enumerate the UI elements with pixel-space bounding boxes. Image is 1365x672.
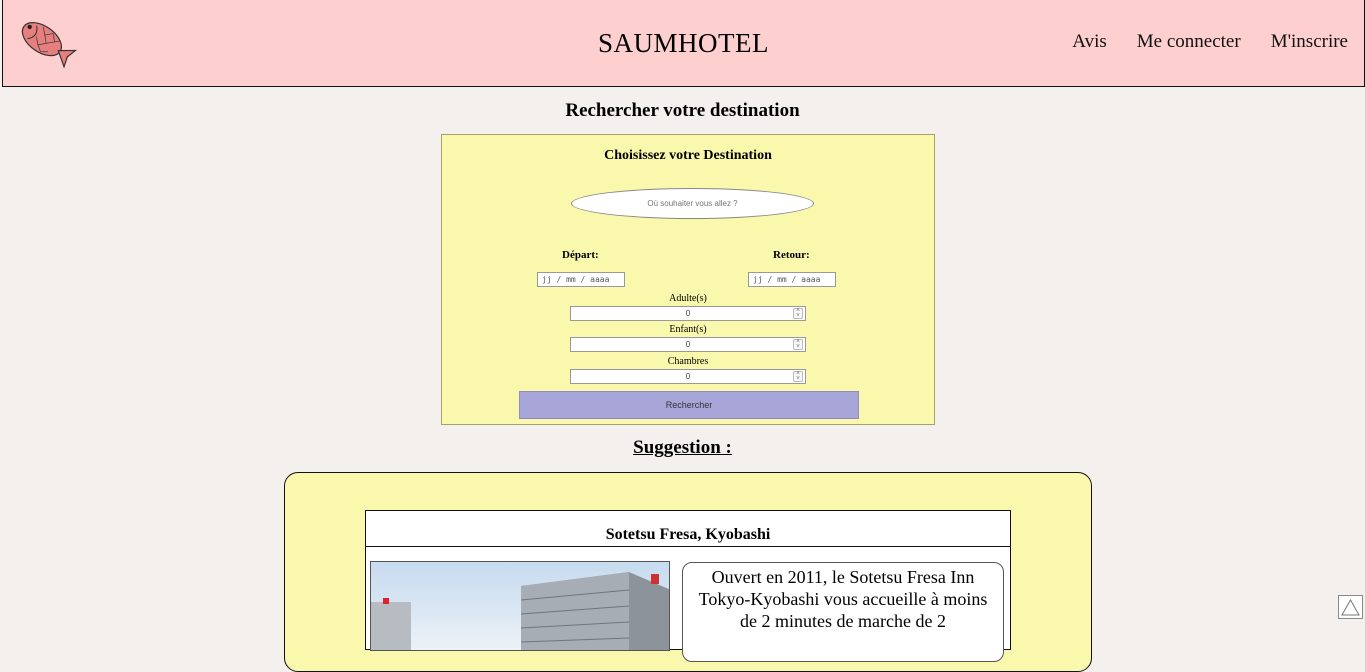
nav-link-signup[interactable]: M'inscrire bbox=[1271, 31, 1348, 53]
adults-input[interactable]: 0 ˄ ˅ bbox=[570, 306, 806, 321]
adults-label: Adulte(s) bbox=[669, 293, 707, 304]
search-form: Choisissez votre Destination Départ: Ret… bbox=[441, 134, 935, 425]
main-nav: Avis Me connecter M'inscrire bbox=[1072, 31, 1348, 53]
destination-input[interactable] bbox=[571, 188, 814, 219]
search-form-title: Choisissez votre Destination bbox=[604, 148, 772, 163]
children-stepper-icon[interactable]: ˄ ˅ bbox=[793, 339, 803, 350]
adults-value: 0 bbox=[685, 309, 691, 318]
nav-link-login[interactable]: Me connecter bbox=[1137, 31, 1241, 53]
depart-date-input[interactable]: jj / mm / aaaa bbox=[537, 272, 625, 287]
site-header: SAUMHOTEL Avis Me connecter M'inscrire bbox=[2, 0, 1365, 87]
retour-label: Retour: bbox=[773, 249, 810, 261]
hotel-photo[interactable] bbox=[370, 561, 670, 651]
rooms-input[interactable]: 0 ˄ ˅ bbox=[570, 369, 806, 384]
search-button[interactable]: Rechercher bbox=[519, 391, 859, 419]
children-value: 0 bbox=[685, 340, 691, 349]
triangle-up-icon bbox=[1341, 598, 1360, 616]
children-label: Enfant(s) bbox=[669, 324, 707, 335]
adults-stepper-icon[interactable]: ˄ ˅ bbox=[793, 308, 803, 319]
rooms-label: Chambres bbox=[667, 356, 709, 367]
rooms-value: 0 bbox=[685, 372, 691, 381]
suggestion-heading: Suggestion : bbox=[633, 437, 732, 458]
hotel-card[interactable]: Sotetsu Fresa, Kyobashi Ouvert en 2011, … bbox=[365, 510, 1011, 662]
hotel-description: Ouvert en 2011, le Sotetsu Fresa Inn Tok… bbox=[682, 562, 1004, 662]
rooms-stepper-icon[interactable]: ˄ ˅ bbox=[793, 371, 803, 382]
children-input[interactable]: 0 ˄ ˅ bbox=[570, 337, 806, 352]
depart-label: Départ: bbox=[562, 249, 599, 261]
nav-link-avis[interactable]: Avis bbox=[1072, 31, 1106, 53]
hotel-name: Sotetsu Fresa, Kyobashi bbox=[366, 511, 1010, 547]
retour-date-input[interactable]: jj / mm / aaaa bbox=[748, 272, 836, 287]
search-heading: Rechercher votre destination bbox=[565, 100, 800, 121]
scroll-to-top-button[interactable] bbox=[1338, 595, 1363, 619]
